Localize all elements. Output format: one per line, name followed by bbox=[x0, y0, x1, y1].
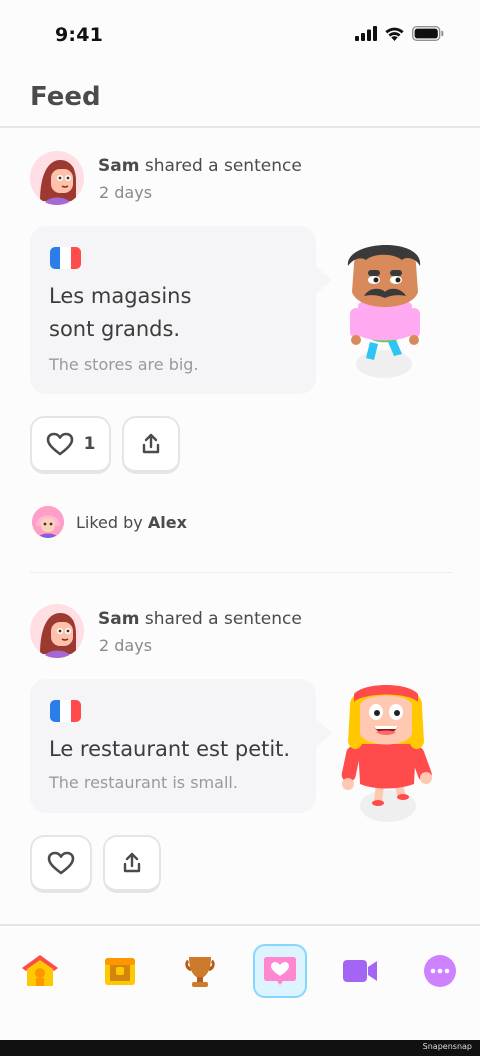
tab-leaderboard[interactable] bbox=[173, 944, 227, 998]
liked-by-label: Liked by bbox=[76, 512, 143, 532]
post-action: shared a sentence bbox=[144, 156, 302, 176]
character-oscar bbox=[347, 244, 421, 378]
share-button[interactable] bbox=[103, 835, 161, 893]
sentence-card[interactable]: Le restaurant est petit. The restaurant … bbox=[30, 679, 332, 813]
bubble-tail bbox=[316, 719, 332, 747]
tab-chest[interactable] bbox=[93, 944, 147, 998]
cellular-signal-icon bbox=[355, 26, 377, 41]
like-count: 1 bbox=[83, 434, 96, 454]
status-time: 9:41 bbox=[55, 24, 104, 46]
tab-more[interactable] bbox=[413, 944, 467, 998]
heart-icon bbox=[47, 851, 75, 875]
like-button[interactable] bbox=[30, 835, 92, 893]
like-button[interactable]: 1 bbox=[30, 416, 111, 474]
battery-icon bbox=[412, 26, 444, 41]
home-icon bbox=[22, 955, 58, 986]
status-bar: 9:41 bbox=[0, 0, 480, 72]
character-lily bbox=[341, 685, 432, 822]
sentence-translation: The restaurant is small. bbox=[49, 773, 238, 792]
avatar[interactable] bbox=[30, 151, 84, 205]
post-time: 2 days bbox=[99, 636, 153, 655]
alex-avatar bbox=[32, 506, 64, 538]
post-header: Sam shared a sentence bbox=[98, 156, 302, 176]
tab-bar bbox=[0, 924, 480, 1040]
tab-feed[interactable] bbox=[253, 944, 307, 998]
liked-by-name[interactable]: Alex bbox=[148, 513, 187, 532]
sentence-translation: The stores are big. bbox=[49, 355, 199, 374]
heart-icon bbox=[46, 432, 73, 456]
watermark: Snapensnap bbox=[422, 1042, 472, 1051]
post-time: 2 days bbox=[99, 183, 153, 202]
header: Feed bbox=[0, 72, 480, 128]
chest-icon bbox=[105, 958, 135, 985]
status-icons bbox=[355, 26, 444, 41]
more-icon bbox=[424, 955, 456, 987]
bottom-strip: Snapensnap bbox=[0, 1040, 480, 1056]
bubble-tail bbox=[316, 266, 332, 294]
trophy-icon bbox=[185, 957, 215, 987]
post-action: shared a sentence bbox=[144, 609, 302, 629]
sentence-line: sont grands. bbox=[49, 317, 181, 341]
share-button[interactable] bbox=[122, 416, 180, 474]
avatar[interactable] bbox=[30, 604, 84, 658]
page-title: Feed bbox=[30, 82, 101, 112]
sam-avatar-icon bbox=[30, 604, 84, 658]
sentence-line: Les magasins bbox=[49, 284, 192, 308]
share-icon bbox=[142, 433, 160, 454]
tab-video[interactable] bbox=[333, 944, 387, 998]
sam-avatar-icon bbox=[30, 151, 84, 205]
post-author[interactable]: Sam bbox=[98, 609, 139, 629]
wifi-icon bbox=[385, 27, 404, 41]
share-icon bbox=[123, 852, 141, 873]
feed-heart-icon bbox=[264, 957, 296, 985]
post-author[interactable]: Sam bbox=[98, 156, 139, 176]
liked-by-row[interactable]: Liked by Alex bbox=[32, 505, 187, 539]
french-flag-icon bbox=[50, 700, 81, 722]
post-divider bbox=[30, 572, 452, 573]
video-icon bbox=[343, 960, 377, 982]
post-header: Sam shared a sentence bbox=[98, 609, 302, 629]
tab-home[interactable] bbox=[13, 944, 67, 998]
french-flag-icon bbox=[50, 247, 81, 269]
sentence-line: Le restaurant est petit. bbox=[49, 737, 291, 761]
sentence-card[interactable]: Les magasins sont grands. The stores are… bbox=[30, 226, 332, 394]
alex-avatar-icon bbox=[32, 506, 64, 538]
